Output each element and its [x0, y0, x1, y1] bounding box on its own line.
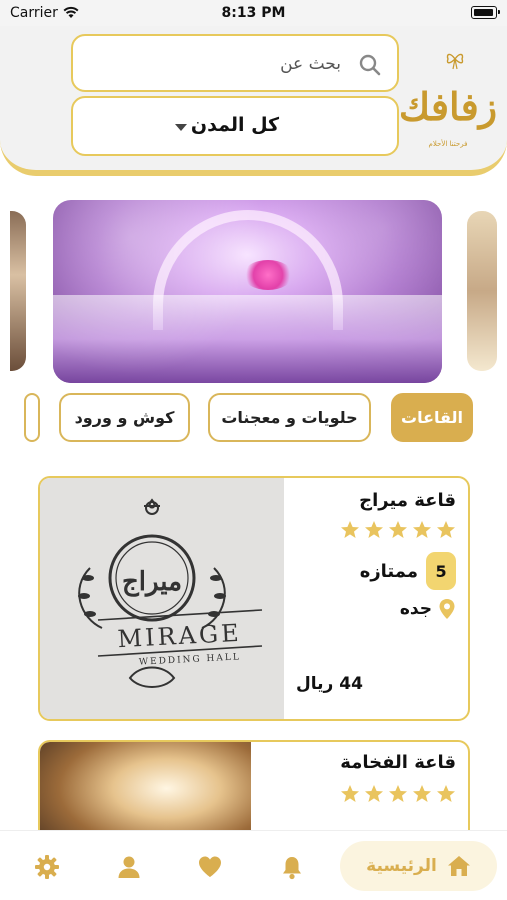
category-halls[interactable]: القاعات — [391, 393, 473, 442]
clock: 8:13 PM — [221, 5, 286, 21]
rating-badge: 5 — [426, 552, 456, 590]
banner-image[interactable] — [53, 200, 442, 383]
carousel-prev-slide[interactable] — [10, 211, 26, 371]
category-more-partial[interactable] — [24, 393, 40, 442]
rating-label: ممتازه — [359, 560, 418, 582]
star-icon — [341, 521, 359, 538]
rating-row: 5 ممتازه — [360, 552, 456, 590]
hall-card[interactable]: ميراج MIRAGE WEDDING HALL قاعة ميراج 5 م… — [38, 476, 470, 721]
star-icon — [413, 785, 431, 802]
city-select-value: كل المدن — [190, 114, 280, 136]
mirage-logo-arabic: ميراج — [122, 567, 182, 597]
mirage-logo-sub: WEDDING HALL — [139, 652, 241, 667]
location-row: جده — [400, 598, 456, 620]
category-sweets[interactable]: حلويات و معجنات — [208, 393, 371, 442]
category-flowers[interactable]: كوش و ورود — [59, 393, 190, 442]
star-rating — [340, 784, 456, 804]
bow-icon — [446, 53, 464, 70]
hall-city: جده — [399, 599, 432, 619]
star-icon — [389, 785, 407, 802]
star-icon — [413, 521, 431, 538]
star-icon — [365, 785, 383, 802]
hall-image: ميراج MIRAGE WEDDING HALL — [40, 478, 284, 719]
home-icon — [447, 856, 470, 876]
nav-home-label: الرئيسية — [366, 856, 437, 876]
banner-lights — [53, 200, 442, 383]
search-box[interactable] — [71, 34, 399, 92]
user-icon[interactable] — [116, 854, 142, 880]
hall-name: قاعة الفخامة — [340, 752, 456, 773]
bottom-nav: الرئيسية — [0, 830, 507, 900]
app-logo: زفافك فرحتنا الأحلام — [398, 46, 498, 161]
hall-price: 44 ريال — [296, 674, 363, 694]
star-icon — [341, 785, 359, 802]
logo-text: زفافك — [398, 84, 498, 129]
star-icon — [365, 521, 383, 538]
search-icon — [359, 54, 381, 76]
chevron-down-icon — [175, 124, 187, 131]
battery-icon — [471, 6, 500, 19]
city-select[interactable]: كل المدن — [71, 96, 399, 156]
carousel-next-slide[interactable] — [467, 211, 497, 371]
gear-icon[interactable] — [34, 854, 60, 880]
bell-icon[interactable] — [279, 854, 305, 880]
star-icon — [389, 521, 407, 538]
logo-tagline: فرحتنا الأحلام — [428, 140, 468, 148]
header: كل المدن زفافك فرحتنا الأحلام — [0, 26, 507, 176]
star-icon — [437, 785, 455, 802]
nav-home[interactable]: الرئيسية — [340, 841, 497, 891]
heart-icon[interactable] — [197, 854, 223, 880]
star-icon — [437, 521, 455, 538]
mirage-logo-image: ميراج MIRAGE WEDDING HALL — [78, 498, 263, 688]
location-pin-icon — [439, 599, 455, 619]
star-rating — [340, 520, 456, 540]
status-bar: Carrier 8:13 PM — [0, 0, 507, 26]
search-input[interactable] — [101, 50, 341, 78]
hall-name: قاعة ميراج — [359, 490, 456, 511]
